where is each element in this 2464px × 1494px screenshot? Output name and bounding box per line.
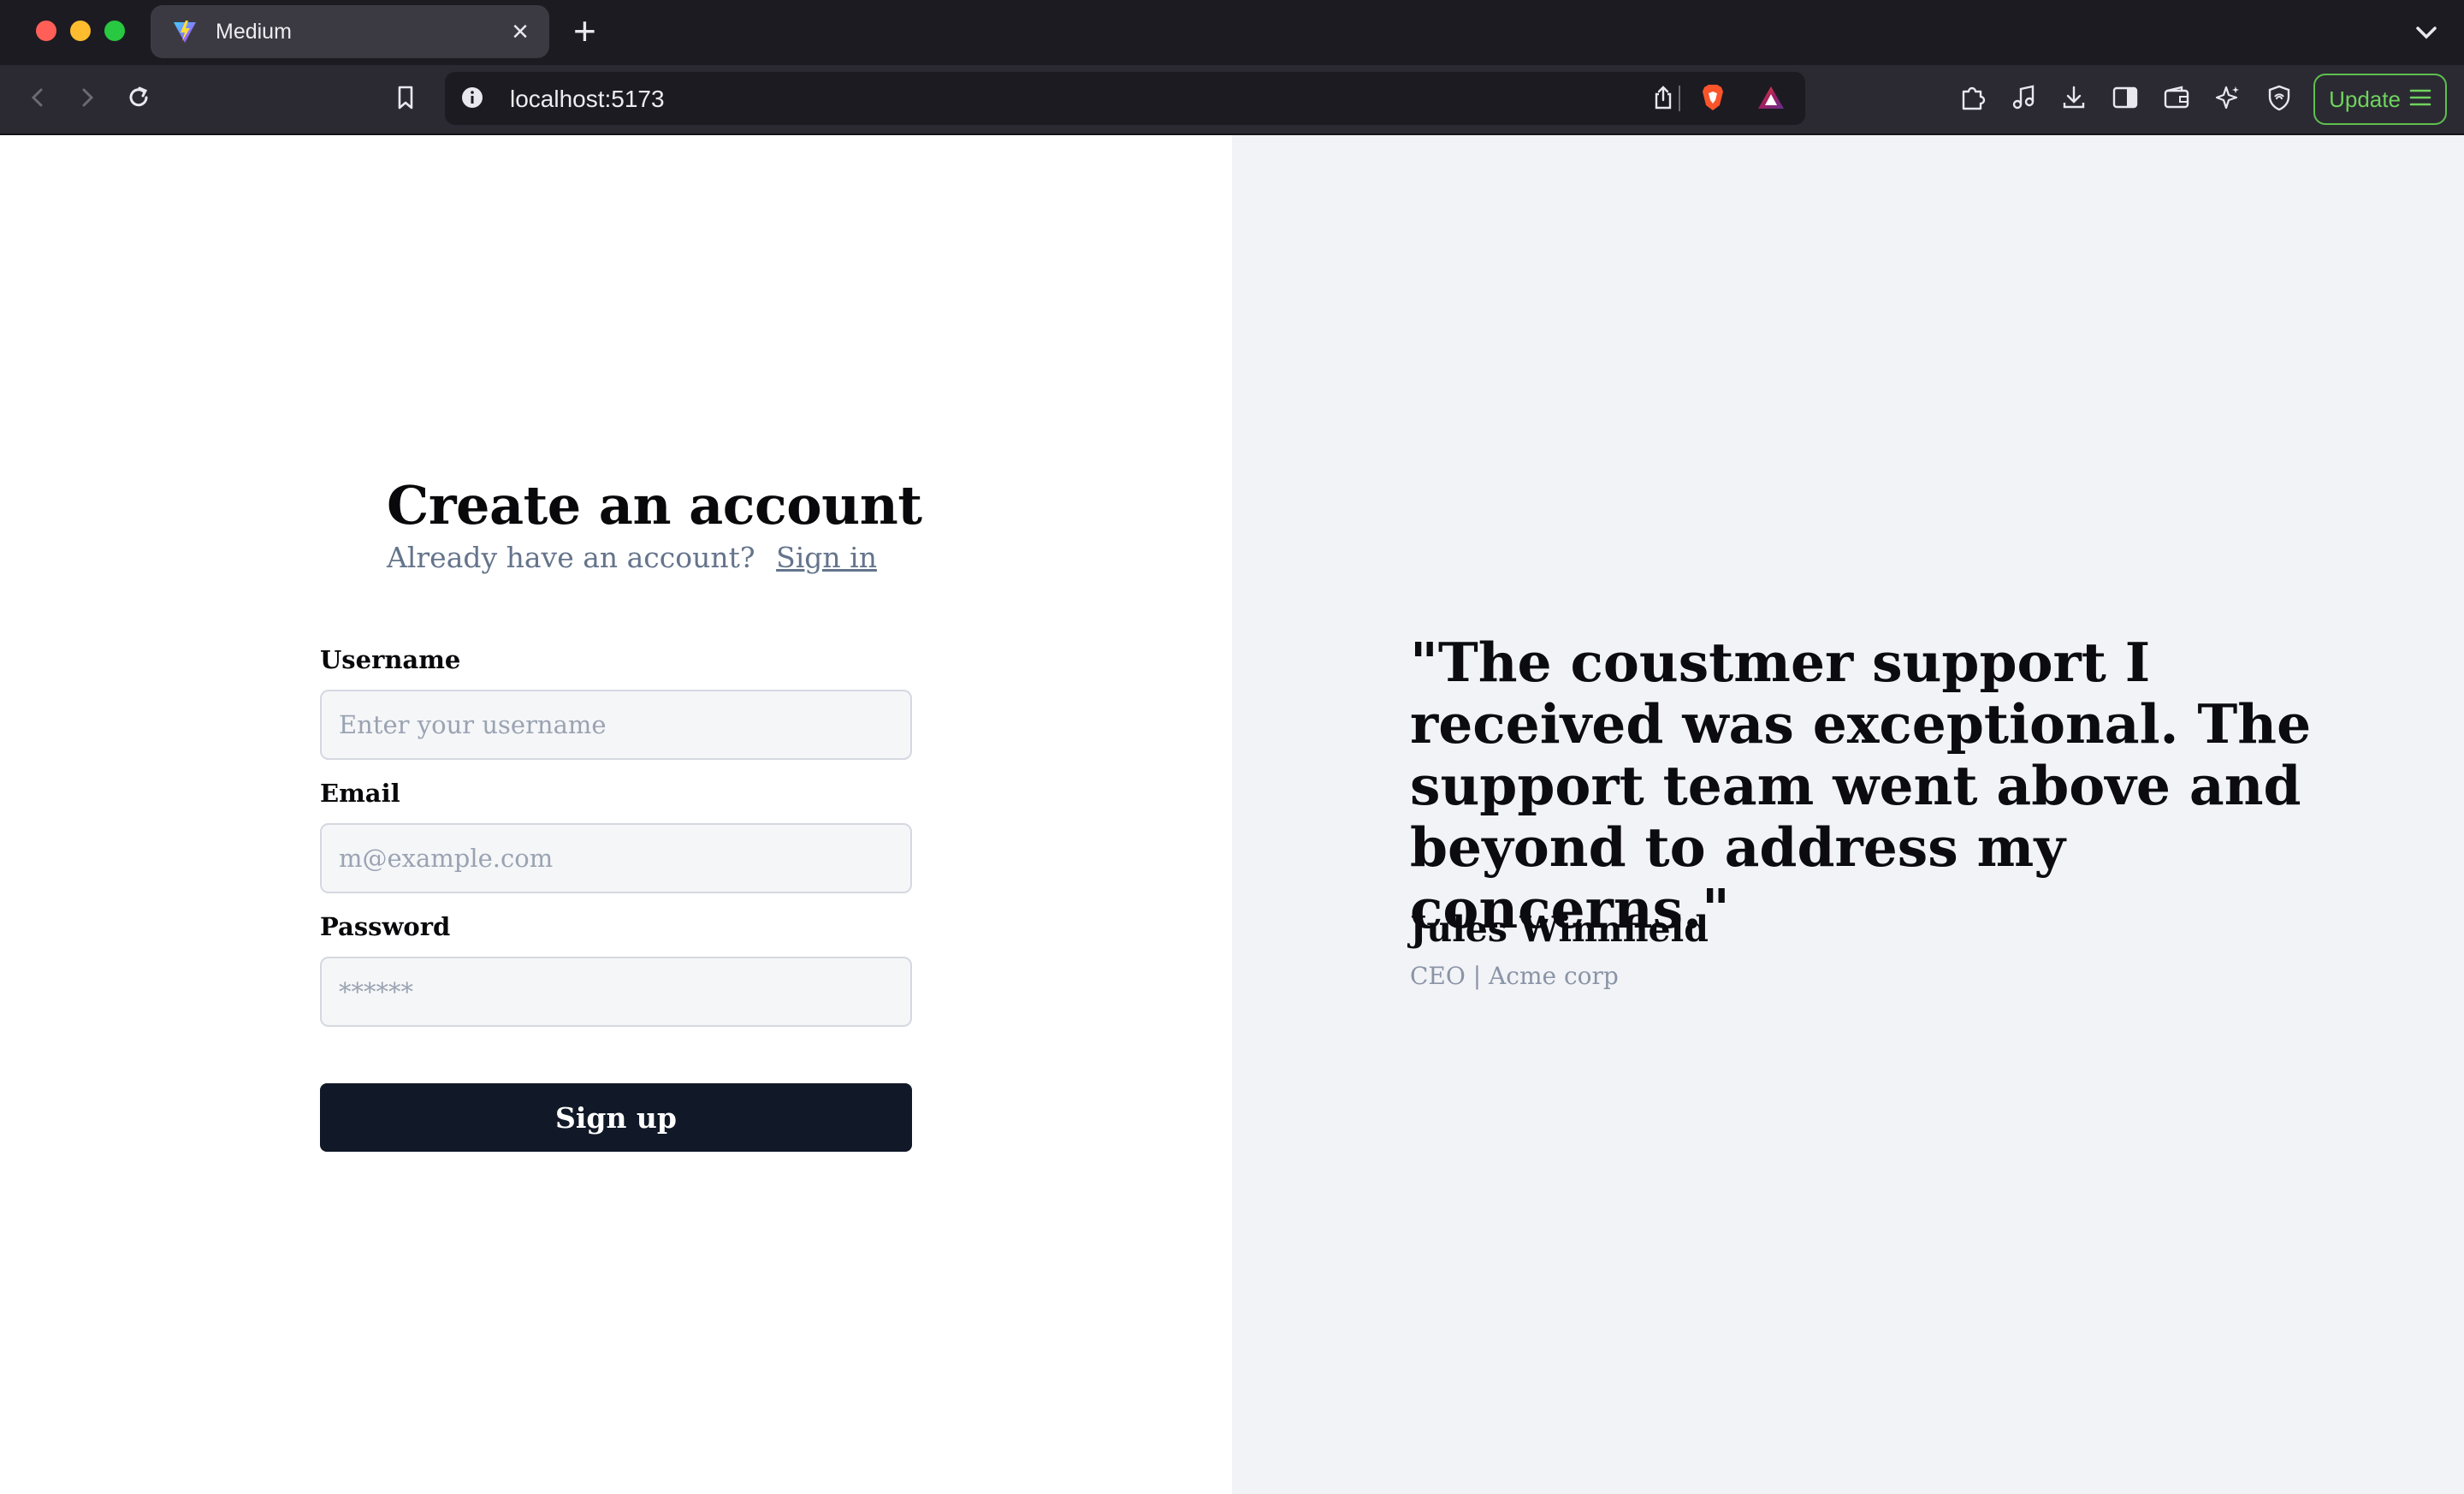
leo-ai-sparkle-icon[interactable] xyxy=(2209,79,2247,116)
signup-panel: Create an account Already have an accoun… xyxy=(0,135,1232,1494)
browser-tab[interactable]: Medium × xyxy=(151,5,549,58)
sidebar-toggle-icon[interactable] xyxy=(2106,79,2144,116)
page-viewport: Create an account Already have an accoun… xyxy=(0,135,2464,1494)
address-bar[interactable]: localhost:5173 xyxy=(445,72,1805,125)
extensions-puzzle-icon[interactable] xyxy=(1954,79,1992,116)
signin-prompt: Already have an account? Sign in xyxy=(387,541,877,574)
minimize-window-button[interactable] xyxy=(70,21,91,41)
maximize-window-button[interactable] xyxy=(104,21,125,41)
email-input[interactable] xyxy=(320,823,912,893)
signin-prompt-text: Already have an account? xyxy=(387,541,755,574)
signin-link[interactable]: Sign in xyxy=(776,541,877,574)
brave-shields-icon[interactable] xyxy=(1694,79,1732,116)
vite-favicon-icon xyxy=(171,18,198,45)
email-label: Email xyxy=(320,779,400,808)
chevron-down-icon[interactable] xyxy=(2411,17,2442,48)
sign-up-button[interactable]: Sign up xyxy=(320,1083,912,1152)
tab-title: Medium xyxy=(216,19,292,44)
download-icon[interactable] xyxy=(2055,79,2093,116)
brave-rewards-icon[interactable] xyxy=(1752,79,1790,116)
vpn-shield-icon[interactable] xyxy=(2260,79,2298,116)
share-icon[interactable] xyxy=(1644,79,1682,116)
testimonial-quote: "The coustmer support I received was exc… xyxy=(1410,631,2312,940)
url-divider xyxy=(1679,86,1680,111)
url-text[interactable]: localhost:5173 xyxy=(510,86,665,113)
site-info-icon[interactable] xyxy=(453,79,491,116)
username-label: Username xyxy=(320,645,461,674)
browser-toolbar: localhost:5173 Update xyxy=(0,65,2464,135)
tab-close-icon[interactable]: × xyxy=(512,17,529,46)
media-music-icon[interactable] xyxy=(2005,79,2043,116)
password-input[interactable] xyxy=(320,957,912,1027)
reload-icon[interactable] xyxy=(120,79,157,116)
tab-strip: Medium × + xyxy=(0,0,2464,65)
forward-arrow-icon[interactable] xyxy=(68,79,106,116)
hamburger-menu-icon xyxy=(2409,86,2431,113)
close-window-button[interactable] xyxy=(36,21,56,41)
password-label: Password xyxy=(320,912,451,941)
update-label: Update xyxy=(2329,86,2401,112)
wallet-icon[interactable] xyxy=(2158,79,2195,116)
back-arrow-icon[interactable] xyxy=(19,79,56,116)
testimonial-author: Jules Winnfield xyxy=(1410,909,1709,950)
update-button[interactable]: Update xyxy=(2313,74,2447,125)
username-input[interactable] xyxy=(320,690,912,760)
page-title: Create an account xyxy=(387,474,922,537)
new-tab-plus-icon[interactable]: + xyxy=(573,9,596,53)
bookmark-icon[interactable] xyxy=(387,79,424,116)
testimonial-role: CEO | Acme corp xyxy=(1410,962,1619,990)
